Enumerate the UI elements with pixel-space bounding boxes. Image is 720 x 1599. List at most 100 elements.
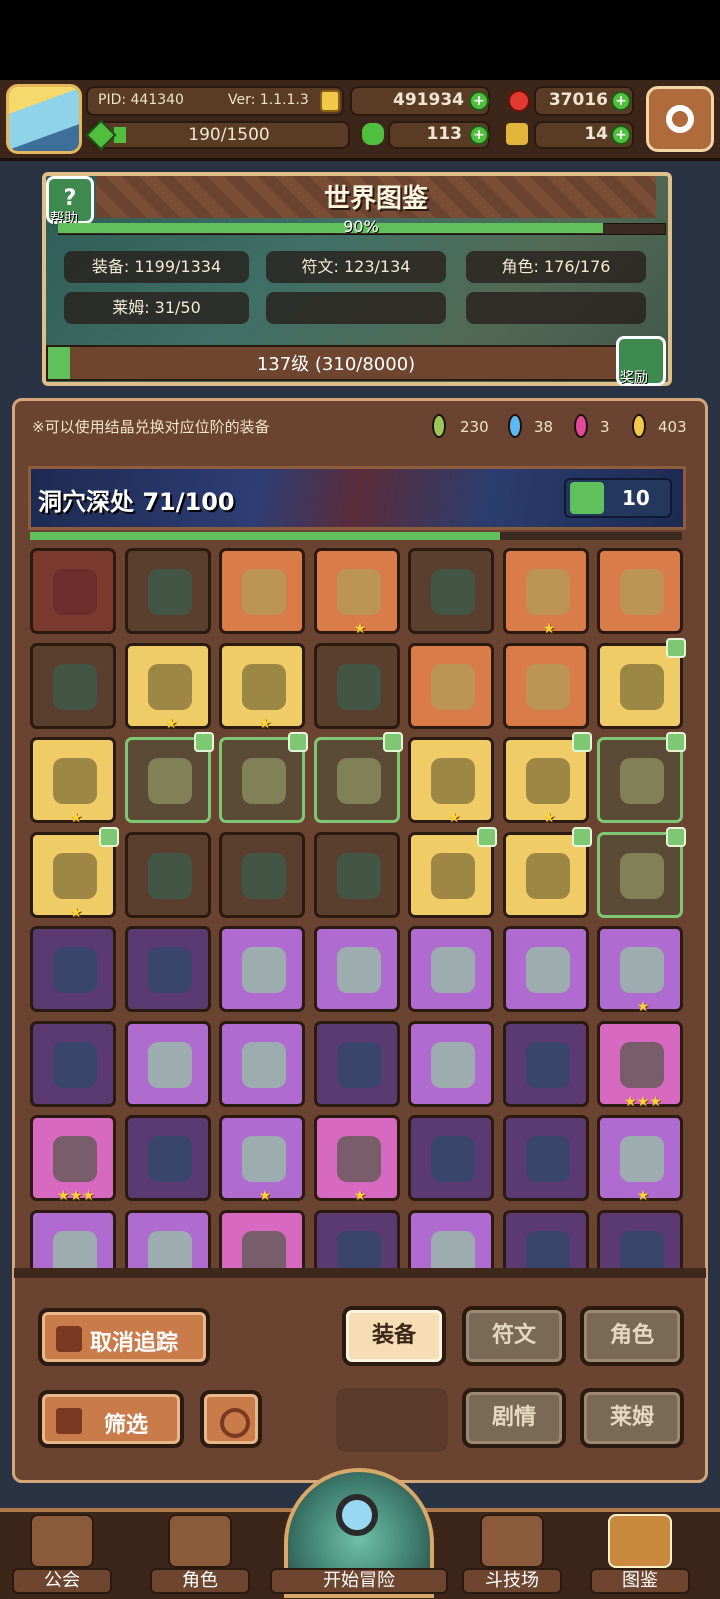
equipment-item-icon: [526, 853, 570, 899]
equipment-slot[interactable]: [503, 1115, 589, 1201]
equipment-slot[interactable]: [597, 548, 683, 634]
equipment-slot[interactable]: [30, 643, 116, 729]
refresh-icon: [220, 1408, 250, 1438]
equipment-slot[interactable]: [219, 1021, 305, 1107]
equipment-slot[interactable]: ★: [597, 1115, 683, 1204]
star-rating: ★: [447, 810, 461, 826]
equipment-slot[interactable]: [503, 1210, 589, 1272]
equipment-slot[interactable]: [597, 638, 686, 729]
equipment-slot[interactable]: [408, 1021, 494, 1107]
equipment-slot[interactable]: [30, 926, 116, 1012]
equipment-slot[interactable]: [314, 832, 400, 918]
equipment-slot[interactable]: [219, 732, 308, 823]
untrack-button[interactable]: 取消追踪: [38, 1308, 210, 1366]
guild-house-icon: [30, 1514, 94, 1568]
nav-codex[interactable]: 图鉴: [590, 1508, 690, 1594]
equipment-slot[interactable]: [125, 1210, 211, 1272]
nav-arena-label: 斗技场: [462, 1568, 562, 1594]
equipment-slot[interactable]: ★★★: [597, 1021, 683, 1110]
filter-button[interactable]: 筛选: [38, 1390, 184, 1448]
nav-guild[interactable]: 公会: [12, 1508, 112, 1594]
equipment-slot[interactable]: [219, 548, 305, 634]
equipment-item-icon: [53, 1136, 97, 1182]
ticket-amount: 14: [584, 124, 608, 144]
equipment-item-icon: [431, 1136, 475, 1182]
equipment-slot[interactable]: [125, 1115, 211, 1201]
pink-crystal-icon: [574, 414, 588, 438]
equipment-slot[interactable]: ★: [314, 548, 400, 637]
equipment-slot[interactable]: [408, 548, 494, 634]
equipment-item-icon: [337, 1136, 381, 1182]
player-avatar[interactable]: [6, 84, 82, 154]
equipment-slot[interactable]: [408, 1210, 494, 1272]
equipment-slot[interactable]: [503, 926, 589, 1012]
equipment-slot[interactable]: ★: [408, 737, 494, 826]
equipment-slot[interactable]: ★: [503, 732, 592, 826]
add-ticket-button[interactable]: +: [611, 125, 631, 145]
equipment-slot[interactable]: [125, 832, 211, 918]
gold-amount: 491934: [393, 90, 464, 110]
status-bar-area: [0, 0, 720, 80]
equipment-slot[interactable]: [314, 1210, 400, 1272]
star-rating: ★: [353, 621, 367, 637]
nav-codex-label: 图鉴: [590, 1568, 690, 1594]
tab-story[interactable]: 剧情: [462, 1388, 566, 1448]
add-gem-button[interactable]: +: [611, 91, 631, 111]
equipment-slot[interactable]: [125, 926, 211, 1012]
equipment-slot[interactable]: ★: [30, 737, 116, 826]
equipment-slot[interactable]: [219, 832, 305, 918]
equipment-slot[interactable]: [314, 643, 400, 729]
star-rating: ★: [164, 716, 178, 732]
equipment-slot[interactable]: [30, 1021, 116, 1107]
equipment-item-icon: [148, 1231, 192, 1272]
nav-character[interactable]: 角色: [150, 1508, 250, 1594]
equipment-slot[interactable]: [125, 732, 214, 823]
equipment-slot[interactable]: ★: [503, 548, 589, 637]
equipment-slot[interactable]: [408, 926, 494, 1012]
equipment-slot[interactable]: [503, 827, 592, 918]
settings-button[interactable]: [646, 86, 714, 152]
equipment-slot[interactable]: [314, 732, 403, 823]
equipment-slot[interactable]: [125, 548, 211, 634]
green-crystal-count: 230: [460, 418, 489, 436]
equipment-slot[interactable]: [597, 732, 686, 823]
tab-character[interactable]: 角色: [580, 1306, 684, 1366]
tab-slime[interactable]: 莱姆: [580, 1388, 684, 1448]
thumbs-up-icon: [194, 732, 214, 752]
equipment-slot[interactable]: ★: [30, 827, 119, 921]
equipment-item-icon: [620, 664, 664, 710]
equipment-slot[interactable]: [408, 643, 494, 729]
blue-crystal-icon: [508, 414, 522, 438]
equipment-slot[interactable]: [408, 827, 497, 918]
equipment-slot[interactable]: [219, 1210, 305, 1272]
equipment-item-icon: [242, 947, 286, 993]
equipment-slot[interactable]: ★: [219, 643, 305, 732]
equipment-slot[interactable]: [125, 1021, 211, 1107]
add-gold-button[interactable]: +: [469, 91, 489, 111]
equipment-slot[interactable]: [219, 926, 305, 1012]
equipment-slot[interactable]: [30, 1210, 116, 1272]
equipment-slot[interactable]: ★: [219, 1115, 305, 1204]
equipment-item-icon: [242, 1231, 286, 1272]
nav-arena[interactable]: 斗技场: [462, 1508, 562, 1594]
equipment-slot[interactable]: ★: [125, 643, 211, 732]
character-count: 角色: 176/176: [466, 251, 646, 283]
tab-rune[interactable]: 符文: [462, 1306, 566, 1366]
equipment-slot[interactable]: [314, 1021, 400, 1107]
equipment-slot[interactable]: [30, 548, 116, 634]
equipment-slot[interactable]: [503, 643, 589, 729]
refresh-button[interactable]: [200, 1390, 262, 1448]
equipment-slot[interactable]: [597, 827, 686, 918]
gold-crystal-count: 403: [658, 418, 687, 436]
equipment-slot[interactable]: [597, 1210, 683, 1272]
tab-equipment[interactable]: 装备: [342, 1306, 446, 1366]
nav-start-adventure[interactable]: 开始冒险: [270, 1468, 448, 1598]
crossed-swords-icon: [480, 1514, 544, 1568]
equipment-slot[interactable]: ★: [597, 926, 683, 1015]
equipment-slot[interactable]: [408, 1115, 494, 1201]
equipment-slot[interactable]: ★: [314, 1115, 400, 1204]
equipment-slot[interactable]: [314, 926, 400, 1012]
equipment-slot[interactable]: ★★★: [30, 1115, 116, 1204]
add-clover-button[interactable]: +: [469, 125, 489, 145]
equipment-slot[interactable]: [503, 1021, 589, 1107]
